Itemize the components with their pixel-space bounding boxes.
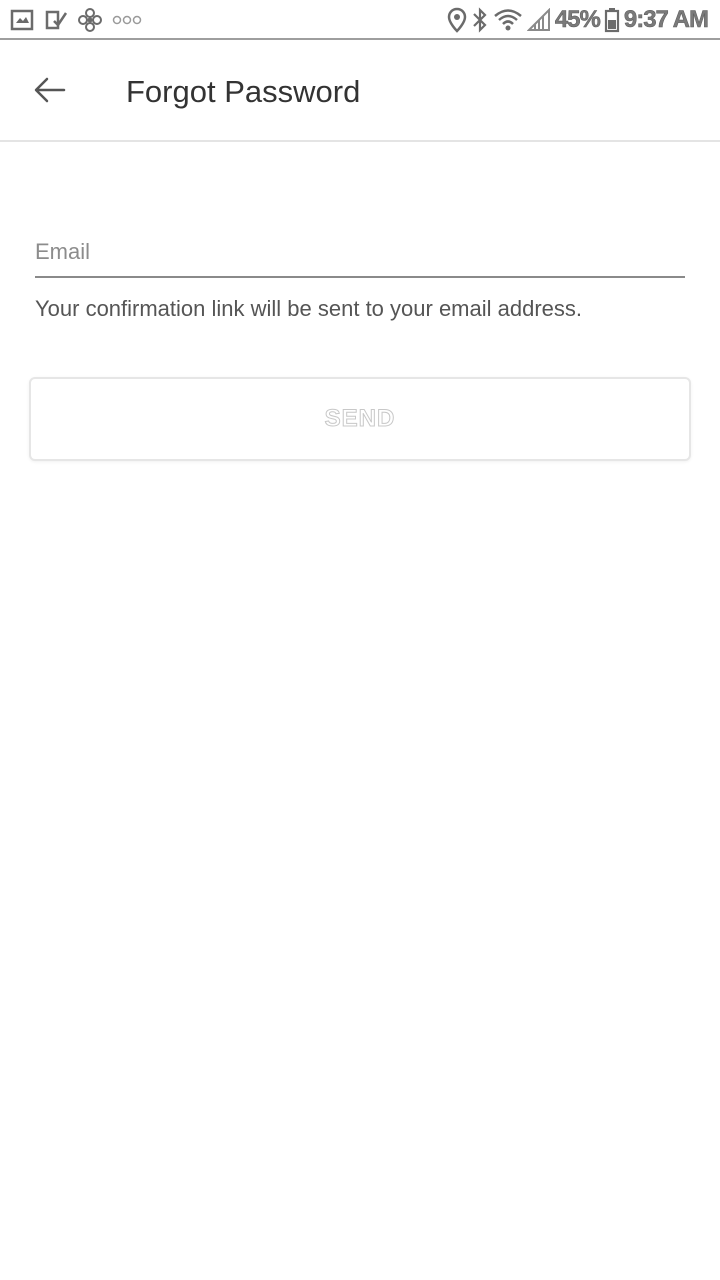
fan-icon — [78, 8, 102, 32]
arrow-left-icon — [34, 76, 66, 109]
email-field[interactable] — [35, 228, 685, 278]
send-button-label: SEND — [324, 405, 396, 433]
status-left-icons — [10, 8, 142, 32]
checklist-icon — [44, 9, 68, 31]
back-button[interactable] — [22, 66, 78, 118]
signal-icon — [526, 8, 551, 32]
bluetooth-icon — [471, 7, 489, 33]
battery-percent: 45% — [554, 6, 602, 34]
app-bar: Forgot Password — [0, 42, 720, 142]
status-bar: 45% 9:37 AM — [0, 0, 720, 40]
send-button[interactable]: SEND — [29, 377, 691, 461]
more-dots-icon — [112, 14, 142, 26]
location-icon — [447, 7, 467, 33]
clock: 9:37 AM — [623, 6, 710, 34]
gallery-icon — [10, 9, 34, 31]
status-right-icons: 45% 9:37 AM — [447, 6, 710, 34]
page-title: Forgot Password — [126, 74, 361, 109]
wifi-icon — [493, 8, 523, 32]
battery-icon — [604, 7, 620, 33]
helper-text: Your confirmation link will be sent to y… — [35, 296, 583, 321]
